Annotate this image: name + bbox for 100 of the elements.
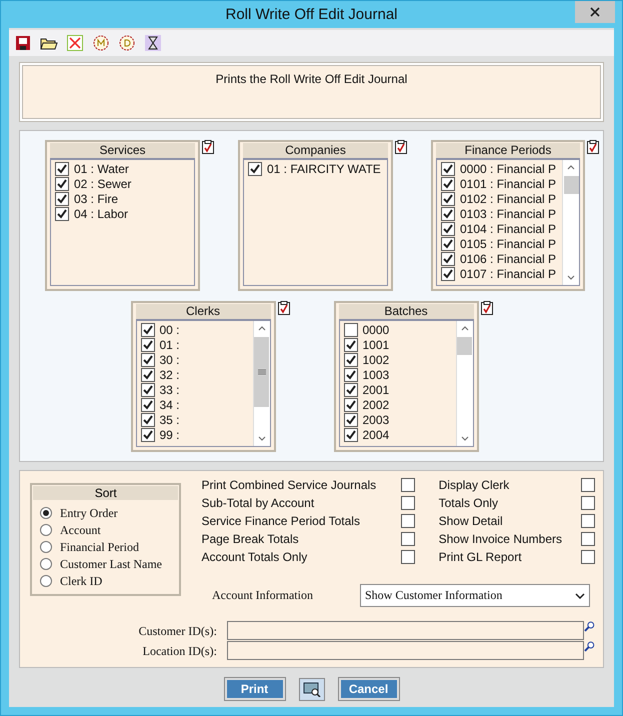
scroll-thumb[interactable]: [457, 337, 472, 355]
list-item-label: 2001: [362, 382, 390, 396]
scrollbar[interactable]: [456, 321, 472, 446]
option-label: Display Clerk: [438, 478, 510, 492]
list-item-label: 1001: [362, 338, 390, 352]
radio-label: Customer Last Name: [60, 556, 162, 572]
clipboard-check-icon[interactable]: [587, 140, 599, 154]
list-title: Services: [50, 143, 195, 158]
checkbox[interactable]: [248, 162, 262, 176]
list-item-label: 0000: [362, 322, 390, 336]
id-field-label: Customer ID(s):: [138, 623, 217, 639]
list-item-label: 1002: [362, 352, 390, 366]
input-field[interactable]: [226, 621, 584, 640]
checkbox[interactable]: [441, 222, 455, 236]
list-item-label: 00 :: [160, 322, 180, 336]
checkbox[interactable]: [344, 322, 358, 336]
checkbox[interactable]: [140, 368, 154, 382]
close-button[interactable]: [575, 1, 615, 23]
checkbox[interactable]: [344, 368, 358, 382]
checkbox[interactable]: [441, 176, 455, 190]
checkbox[interactable]: [441, 162, 455, 176]
grip-icon: [258, 368, 266, 376]
radio-label: Account: [60, 522, 101, 538]
close-icon: [590, 7, 600, 17]
checkbox[interactable]: [344, 412, 358, 426]
option-label: Show Invoice Numbers: [438, 532, 562, 546]
checkbox[interactable]: [344, 428, 358, 442]
cancel-button[interactable]: Cancel: [338, 678, 398, 700]
clipboard-check-icon[interactable]: [202, 140, 214, 154]
checkbox[interactable]: [344, 338, 358, 352]
checkbox[interactable]: [140, 412, 154, 426]
radio-button[interactable]: [40, 524, 52, 536]
chevron-down-icon: [575, 592, 585, 598]
m-circle-icon: [93, 35, 109, 51]
search-icon[interactable]: [584, 641, 595, 652]
clipboard-check-icon[interactable]: [480, 301, 492, 315]
checkbox[interactable]: [344, 382, 358, 396]
account-information-label: Account Information: [212, 588, 314, 603]
checkbox[interactable]: [344, 398, 358, 412]
checkbox[interactable]: [441, 252, 455, 266]
list-item-label: 35 :: [160, 412, 180, 426]
save-button[interactable]: [13, 33, 33, 53]
preview-button[interactable]: [298, 678, 324, 701]
checkbox[interactable]: [55, 206, 69, 220]
checkbox[interactable]: [441, 266, 455, 280]
scroll-thumb[interactable]: [254, 337, 269, 407]
checkbox[interactable]: [581, 550, 595, 564]
scrollbar[interactable]: [252, 321, 270, 446]
checkbox[interactable]: [140, 322, 154, 336]
checkbox[interactable]: [344, 352, 358, 366]
scrollbar[interactable]: [562, 160, 579, 285]
list-item-label: 0107 : Financial P: [460, 266, 556, 280]
radio-button[interactable]: [40, 558, 52, 570]
checkbox[interactable]: [400, 514, 415, 528]
radio-button[interactable]: [40, 507, 52, 519]
checkbox[interactable]: [140, 352, 154, 366]
list-item-label: 2004: [362, 428, 390, 442]
search-icon[interactable]: [584, 621, 595, 632]
radio-button[interactable]: [40, 575, 52, 587]
option-label: Print GL Report: [438, 550, 522, 564]
list-item-label: 2002: [362, 398, 390, 412]
checkbox[interactable]: [140, 338, 154, 352]
list-item-label: 1003: [362, 368, 390, 382]
x-mark-icon: [67, 35, 83, 51]
checkbox[interactable]: [55, 162, 69, 176]
checkbox[interactable]: [400, 478, 415, 492]
clipboard-check-icon[interactable]: [278, 301, 290, 315]
d-button[interactable]: [117, 33, 137, 53]
option-label: Show Detail: [438, 514, 503, 528]
hourglass-button[interactable]: [143, 33, 163, 53]
checkbox[interactable]: [400, 496, 415, 510]
checkbox[interactable]: [441, 236, 455, 250]
print-button[interactable]: Print: [224, 678, 284, 700]
checkbox[interactable]: [55, 192, 69, 206]
list-item-label: 32 :: [160, 368, 180, 382]
radio-label: Clerk ID: [60, 574, 102, 588]
clipboard-check-icon[interactable]: [395, 140, 407, 154]
checkbox[interactable]: [581, 478, 595, 492]
checkbox[interactable]: [581, 532, 595, 546]
checkbox[interactable]: [441, 192, 455, 206]
list-item-label: 99 :: [160, 428, 180, 442]
checkbox[interactable]: [581, 496, 595, 510]
checkbox[interactable]: [140, 428, 154, 442]
checkbox[interactable]: [140, 382, 154, 396]
checkbox[interactable]: [55, 176, 69, 190]
list-item-label: 02 : Sewer: [74, 176, 132, 190]
checkbox[interactable]: [400, 550, 415, 564]
checkbox[interactable]: [581, 514, 595, 528]
account-information-select[interactable]: Show Customer Information: [360, 584, 590, 607]
checkbox[interactable]: [441, 206, 455, 220]
m-button[interactable]: [91, 33, 111, 53]
radio-label: Entry Order: [60, 506, 118, 520]
checkbox[interactable]: [400, 532, 415, 546]
list-item-label: 0106 : Financial P: [460, 252, 556, 266]
checkbox[interactable]: [140, 398, 154, 412]
scroll-thumb[interactable]: [564, 176, 578, 194]
list-title: Batches: [338, 304, 474, 319]
delete-button[interactable]: [65, 33, 85, 53]
input-field[interactable]: [226, 641, 584, 660]
radio-button[interactable]: [40, 541, 52, 553]
